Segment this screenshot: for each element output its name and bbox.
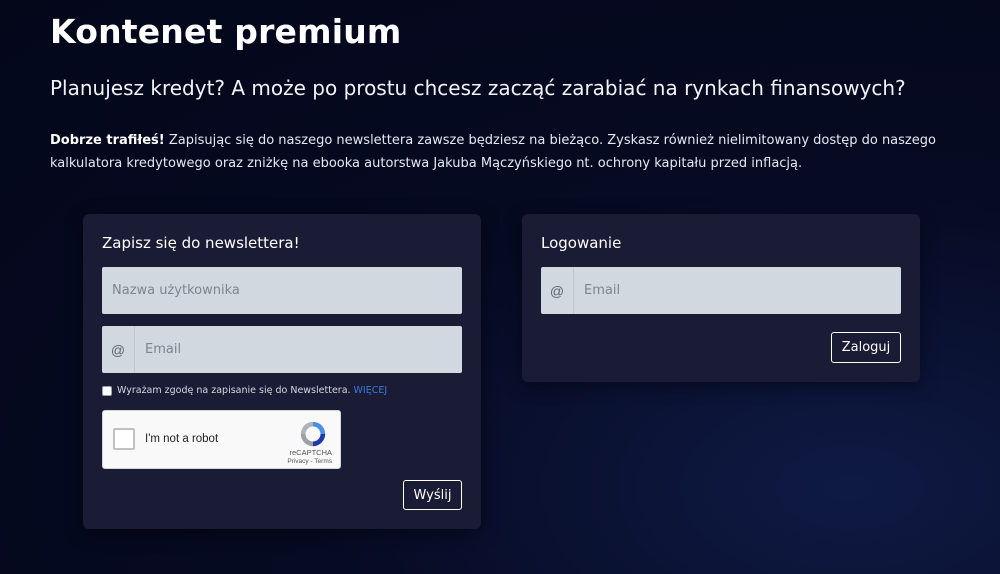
- newsletter-email-input[interactable]: [135, 326, 462, 373]
- login-button[interactable]: Zaloguj: [831, 332, 901, 363]
- login-card: Logowanie @ Zaloguj: [522, 214, 920, 382]
- username-input[interactable]: [102, 267, 462, 314]
- login-title: Logowanie: [541, 234, 622, 252]
- recaptcha-label: I'm not a robot: [145, 433, 219, 445]
- consent-checkbox[interactable]: [102, 385, 112, 396]
- intro-text: Zapisując się do naszego newslettera zaw…: [50, 133, 936, 171]
- send-button[interactable]: Wyślij: [403, 480, 462, 510]
- page-subtitle: Planujesz kredyt? A może po prostu chces…: [50, 76, 906, 100]
- intro-bold: Dobrze trafiłeś!: [50, 133, 165, 148]
- consent-row: Wyrażam zgodę na zapisanie się do Newsle…: [102, 385, 387, 396]
- at-icon: @: [102, 326, 135, 373]
- login-email-field[interactable]: @: [541, 267, 901, 314]
- recaptcha-logo-icon: [300, 421, 326, 447]
- consent-more-link[interactable]: WIĘCEJ: [354, 385, 388, 396]
- intro-paragraph: Dobrze trafiłeś! Zapisując się do naszeg…: [50, 129, 960, 175]
- recaptcha-brand: reCAPTCHA: [289, 448, 332, 457]
- newsletter-title: Zapisz się do newslettera!: [102, 234, 300, 252]
- newsletter-card: Zapisz się do newslettera! @ Wyrażam zgo…: [83, 214, 481, 529]
- recaptcha-widget: I'm not a robot reCAPTCHA Privacy - Term…: [102, 410, 341, 469]
- username-field[interactable]: [102, 267, 462, 314]
- newsletter-email-field[interactable]: @: [102, 326, 462, 373]
- page-title: Kontenet premium: [50, 12, 402, 51]
- consent-label: Wyrażam zgodę na zapisanie się do Newsle…: [117, 385, 351, 396]
- recaptcha-links[interactable]: Privacy - Terms: [287, 458, 332, 465]
- recaptcha-checkbox[interactable]: [113, 428, 135, 450]
- login-email-input[interactable]: [574, 267, 901, 314]
- at-icon: @: [541, 267, 574, 314]
